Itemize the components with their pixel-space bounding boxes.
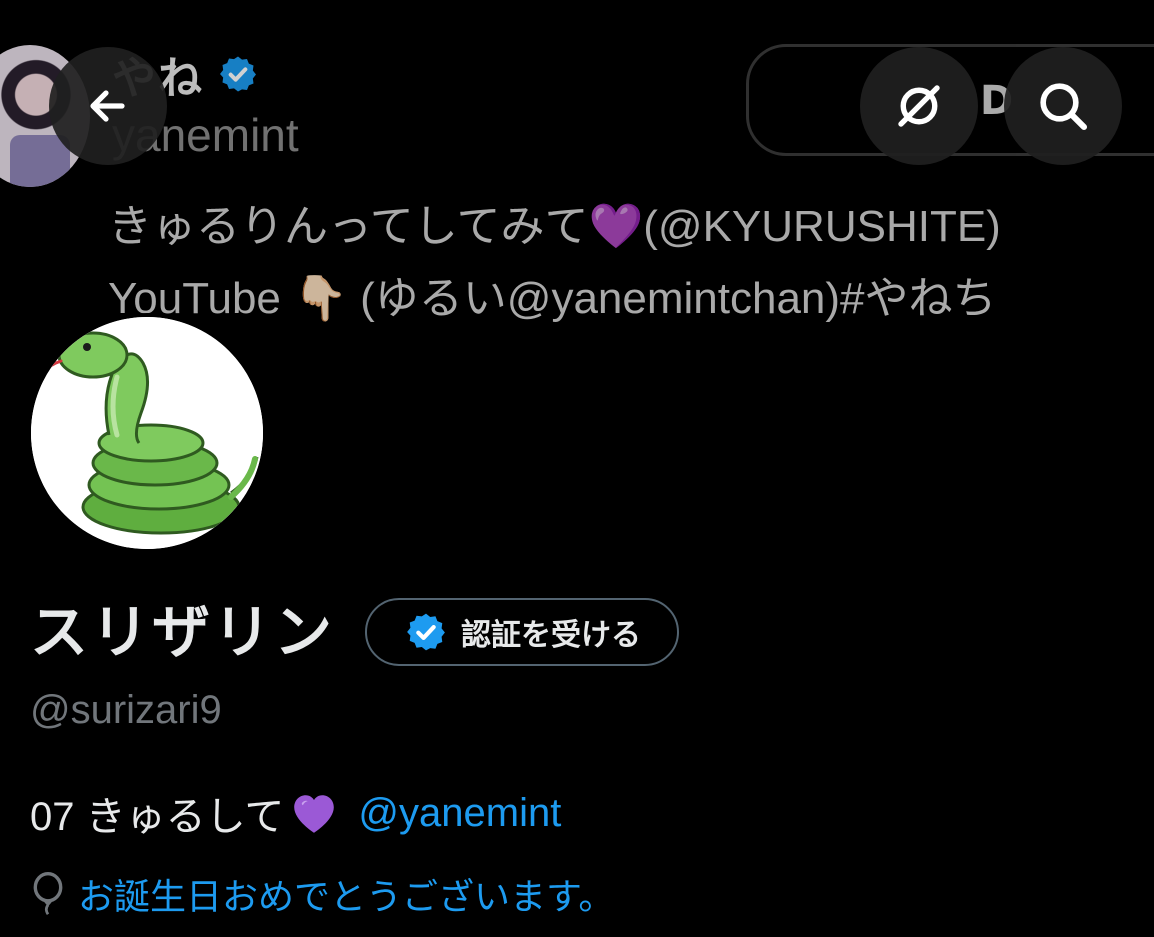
- search-button[interactable]: [1004, 47, 1122, 165]
- arrow-left-icon: [90, 90, 125, 122]
- back-button[interactable]: [49, 47, 167, 165]
- profile-handle: @surizari9: [30, 688, 222, 732]
- profile-display-name: スリザリン: [30, 598, 336, 666]
- bio-text: 07 きゅるして: [30, 795, 285, 839]
- verified-badge-icon: [220, 56, 256, 92]
- bio-mention-link[interactable]: @yanemint: [358, 791, 561, 836]
- profile-name-row: スリザリン 認証を受ける: [30, 598, 680, 666]
- background-bio-line-2: YouTube 👇🏻 (ゆるい@yanemintchan)#やねち: [108, 274, 997, 323]
- notifications-off-button[interactable]: [860, 47, 978, 165]
- balloon-icon: [33, 872, 63, 916]
- get-verified-button[interactable]: 認証を受ける: [365, 598, 680, 666]
- background-bio-line-1: きゅるりんってしてみて💜(@KYURUSHITE): [108, 202, 1001, 251]
- profile-page: やね yanemint きゅるりんってしてみて💜(@KYURUSHITE) Yo…: [0, 0, 1154, 937]
- green-snake-avatar-icon: [31, 317, 263, 549]
- profile-avatar[interactable]: [27, 313, 267, 553]
- verified-badge-icon: [407, 613, 445, 651]
- purple-heart-icon: [294, 795, 335, 833]
- profile-bio: 07 きゅるして @yanemint: [30, 784, 561, 842]
- search-icon: [1040, 83, 1088, 131]
- no-notifications-icon: [898, 85, 940, 127]
- background-profile-header: やね yanemint きゅるりんってしてみて💜(@KYURUSHITE) Yo…: [0, 0, 1154, 344]
- profile-birthday-row: お誕生日おめでとうございます。: [30, 868, 614, 920]
- get-verified-label: 認証を受ける: [461, 618, 642, 653]
- birthday-text[interactable]: お誕生日おめでとうございます。: [78, 868, 614, 920]
